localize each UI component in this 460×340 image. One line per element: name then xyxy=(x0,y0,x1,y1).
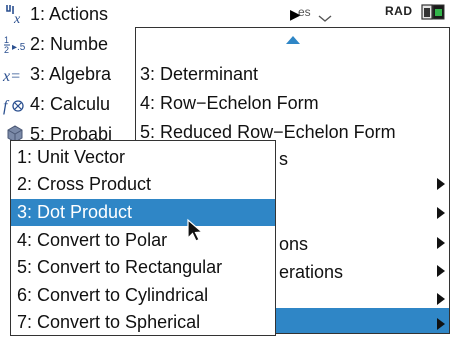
scroll-up-icon[interactable] xyxy=(286,36,300,44)
menu-item-row-echelon[interactable]: 4: Row−Echelon Form xyxy=(140,89,319,117)
menu-item-number[interactable]: 1 2 ▸.5 2: Numbe xyxy=(0,30,150,58)
menu-item-partial-10[interactable]: erations xyxy=(279,258,343,286)
submenu-arrow-icon xyxy=(437,178,445,190)
submenu-arrow-icon xyxy=(437,237,445,249)
menu-item-partial-6[interactable]: s xyxy=(279,145,288,173)
mouse-cursor-icon xyxy=(186,218,206,244)
svg-text:1: 1 xyxy=(4,35,9,45)
svg-text:x: x xyxy=(13,12,21,26)
menu-item-dot-product[interactable]: 3: Dot Product xyxy=(11,199,275,226)
status-dropdown-icon[interactable] xyxy=(318,10,332,22)
menu-item-convert-rectangular[interactable]: 5: Convert to Rectangular xyxy=(11,254,275,281)
menu-item-algebra[interactable]: x= 3: Algebra xyxy=(0,60,150,88)
angle-mode-indicator: RAD xyxy=(385,4,413,18)
battery-icon xyxy=(420,3,446,21)
svg-text:x=: x= xyxy=(2,68,21,85)
svg-text:▸.5: ▸.5 xyxy=(12,42,26,53)
submenu-arrow-icon xyxy=(437,207,445,219)
submenu-arrow-icon xyxy=(437,293,445,305)
main-menu: x 1: Actions 1 2 ▸.5 2: Numbe x= 3: Alge… xyxy=(0,0,150,150)
menu-item-calculus[interactable]: f 4: Calculu xyxy=(0,90,150,118)
menu-item-convert-cylindrical[interactable]: 6: Convert to Cylindrical xyxy=(11,282,275,309)
menu-item-convert-spherical[interactable]: 7: Convert to Spherical xyxy=(11,309,275,336)
status-mode: es xyxy=(298,5,311,19)
menu-item-convert-polar[interactable]: 4: Convert to Polar xyxy=(11,227,275,254)
menu-item-unit-vector[interactable]: 1: Unit Vector xyxy=(11,144,275,171)
menu-item-cross-product[interactable]: 2: Cross Product xyxy=(11,171,275,198)
svg-text:f: f xyxy=(3,98,10,115)
algebra-icon: x= xyxy=(2,62,28,86)
number-icon: 1 2 ▸.5 xyxy=(2,32,28,56)
submenu-arrow-icon xyxy=(437,318,445,330)
actions-icon: x xyxy=(2,2,28,27)
svg-text:2: 2 xyxy=(4,45,9,55)
menu-item-actions[interactable]: x 1: Actions xyxy=(0,0,150,28)
vector-submenu: 1: Unit Vector 2: Cross Product 3: Dot P… xyxy=(10,140,276,336)
menu-item-partial-9[interactable]: ons xyxy=(279,230,308,258)
calculus-icon: f xyxy=(2,92,28,116)
submenu-arrow-icon xyxy=(437,265,445,277)
menu-item-determinant[interactable]: 3: Determinant xyxy=(140,60,258,88)
